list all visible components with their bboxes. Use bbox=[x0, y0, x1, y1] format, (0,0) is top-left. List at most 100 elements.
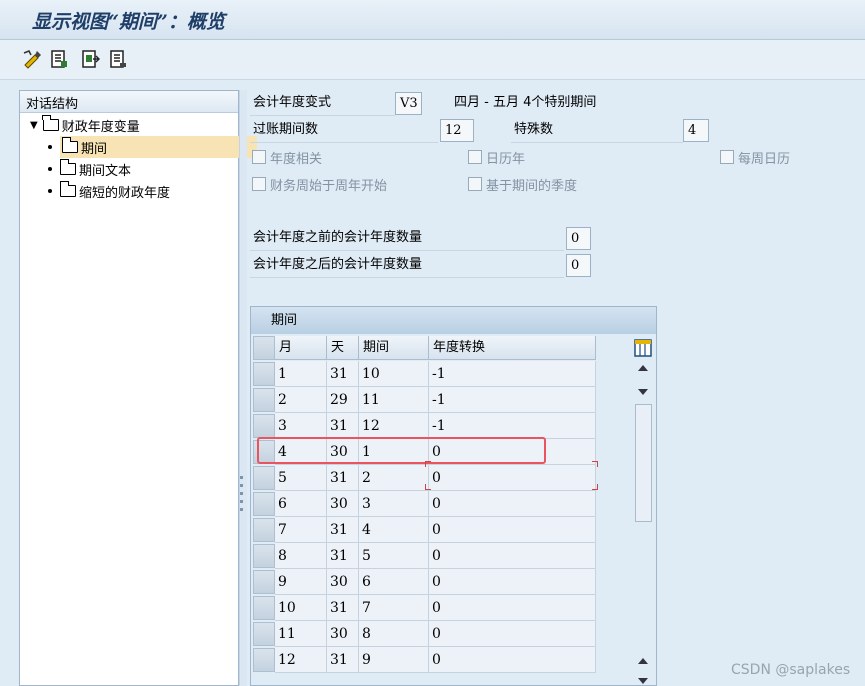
cell-period[interactable]: 12 bbox=[359, 413, 429, 439]
row-selector[interactable] bbox=[253, 570, 275, 594]
checkbox-label: 每周日历 bbox=[738, 151, 791, 167]
document-icon[interactable] bbox=[49, 49, 69, 69]
focus-corner bbox=[592, 461, 598, 467]
scroll-thumb[interactable] bbox=[635, 404, 652, 522]
cell-days[interactable]: 30 bbox=[327, 491, 359, 517]
table-settings-icon[interactable] bbox=[634, 339, 652, 357]
years-after-field[interactable]: 0 bbox=[566, 254, 591, 277]
cell-year-shift[interactable]: -1 bbox=[429, 387, 596, 413]
cell-days[interactable]: 30 bbox=[327, 621, 359, 647]
row-selector[interactable] bbox=[253, 362, 275, 386]
cell-period[interactable]: 6 bbox=[359, 569, 429, 595]
row-selector[interactable] bbox=[253, 388, 275, 412]
cell-days[interactable]: 31 bbox=[327, 413, 359, 439]
cell-month[interactable]: 10 bbox=[275, 595, 327, 621]
fin-week-start-checkbox[interactable]: 财务周始于周年开始 bbox=[252, 172, 387, 196]
cell-days[interactable]: 31 bbox=[327, 517, 359, 543]
cell-days[interactable]: 29 bbox=[327, 387, 359, 413]
cell-period[interactable]: 11 bbox=[359, 387, 429, 413]
cell-year-shift[interactable]: -1 bbox=[429, 413, 596, 439]
cell-days[interactable]: 31 bbox=[327, 647, 359, 673]
bullet-icon bbox=[48, 145, 52, 149]
column-header-period[interactable]: 期间 bbox=[359, 336, 429, 360]
tree-root[interactable]: ▼ 财政年度变量 bbox=[30, 114, 140, 136]
scroll-bottom-up-arrow-icon[interactable] bbox=[638, 658, 648, 664]
cell-period[interactable]: 7 bbox=[359, 595, 429, 621]
cell-period[interactable]: 4 bbox=[359, 517, 429, 543]
cell-month[interactable]: 6 bbox=[275, 491, 327, 517]
column-header-days[interactable]: 天 bbox=[327, 336, 359, 360]
cell-month[interactable]: 5 bbox=[275, 465, 327, 491]
posting-periods-field[interactable]: 12 bbox=[440, 119, 474, 142]
cell-month[interactable]: 9 bbox=[275, 569, 327, 595]
calendar-year-checkbox[interactable]: 日历年 bbox=[468, 145, 525, 169]
posting-periods-label: 过账期间数 bbox=[250, 117, 438, 143]
cell-days[interactable]: 31 bbox=[327, 543, 359, 569]
cell-year-shift[interactable]: 0 bbox=[429, 465, 596, 491]
cell-month[interactable]: 1 bbox=[275, 361, 327, 387]
cell-month[interactable]: 8 bbox=[275, 543, 327, 569]
edit-display-icon[interactable] bbox=[23, 49, 43, 69]
cell-year-shift[interactable]: 0 bbox=[429, 491, 596, 517]
cell-period[interactable]: 10 bbox=[359, 361, 429, 387]
cell-month[interactable]: 12 bbox=[275, 647, 327, 673]
document-list-icon[interactable] bbox=[108, 49, 128, 69]
panel-splitter[interactable] bbox=[239, 90, 247, 686]
expand-caret-icon[interactable]: ▼ bbox=[30, 120, 38, 131]
row-selector[interactable] bbox=[253, 648, 275, 672]
row-selector[interactable] bbox=[253, 492, 275, 516]
tree-root-label: 财政年度变量 bbox=[61, 119, 140, 135]
row-selector[interactable] bbox=[253, 596, 275, 620]
special-periods-label: 特殊数 bbox=[511, 117, 683, 143]
cell-days[interactable]: 31 bbox=[327, 361, 359, 387]
cell-year-shift[interactable]: -1 bbox=[429, 361, 596, 387]
special-periods-field[interactable]: 4 bbox=[683, 119, 709, 142]
row-selector[interactable] bbox=[253, 544, 275, 568]
splitter-grip bbox=[240, 508, 243, 511]
column-header-month[interactable]: 月 bbox=[275, 336, 327, 360]
checkbox-box bbox=[252, 177, 266, 191]
row-selector[interactable] bbox=[253, 518, 275, 542]
scroll-down-arrow-icon[interactable] bbox=[638, 389, 648, 395]
tree-item-period-text[interactable]: 期间文本 bbox=[48, 158, 131, 180]
years-before-field[interactable]: 0 bbox=[566, 227, 591, 250]
row-selector[interactable] bbox=[253, 414, 275, 438]
cell-year-shift[interactable]: 0 bbox=[429, 543, 596, 569]
table-scrollbar[interactable] bbox=[632, 358, 654, 686]
cell-days[interactable]: 31 bbox=[327, 465, 359, 491]
cell-year-shift[interactable]: 0 bbox=[429, 517, 596, 543]
select-all-rows[interactable] bbox=[253, 336, 275, 360]
cell-period[interactable]: 3 bbox=[359, 491, 429, 517]
tree-item-label: 期间 bbox=[81, 141, 108, 157]
row-selector[interactable] bbox=[253, 622, 275, 646]
period-quarter-checkbox[interactable]: 基于期间的季度 bbox=[468, 172, 577, 196]
weekly-calendar-checkbox[interactable]: 每周日历 bbox=[720, 145, 790, 169]
cell-period[interactable]: 9 bbox=[359, 647, 429, 673]
cell-period[interactable]: 5 bbox=[359, 543, 429, 569]
cell-month[interactable]: 7 bbox=[275, 517, 327, 543]
export-icon[interactable] bbox=[80, 49, 100, 69]
year-dependent-checkbox[interactable]: 年度相关 bbox=[252, 145, 322, 169]
cell-month[interactable]: 11 bbox=[275, 621, 327, 647]
cell-period[interactable]: 2 bbox=[359, 465, 429, 491]
scroll-bottom-down-arrow-icon[interactable] bbox=[638, 678, 648, 684]
variant-field[interactable]: V3 bbox=[395, 92, 422, 115]
scroll-up-arrow-icon[interactable] bbox=[638, 365, 648, 371]
cell-year-shift[interactable]: 0 bbox=[429, 647, 596, 673]
cell-month[interactable]: 2 bbox=[275, 387, 327, 413]
cell-days[interactable]: 31 bbox=[327, 595, 359, 621]
cell-period[interactable]: 8 bbox=[359, 621, 429, 647]
tree-item-period[interactable]: 期间 bbox=[48, 136, 258, 158]
column-header-year-shift[interactable]: 年度转换 bbox=[429, 336, 596, 360]
checkbox-label: 年度相关 bbox=[270, 151, 323, 167]
row-selector[interactable] bbox=[253, 466, 275, 490]
cell-days[interactable]: 30 bbox=[327, 569, 359, 595]
tree-item-shortened-fy[interactable]: 缩短的财政年度 bbox=[48, 180, 170, 202]
focus-corner bbox=[425, 461, 431, 467]
cell-year-shift[interactable]: 0 bbox=[429, 569, 596, 595]
cell-year-shift[interactable]: 0 bbox=[429, 621, 596, 647]
tree-item-label: 期间文本 bbox=[79, 163, 132, 179]
cell-month[interactable]: 3 bbox=[275, 413, 327, 439]
cell-year-shift[interactable]: 0 bbox=[429, 595, 596, 621]
checkbox-box bbox=[468, 177, 482, 191]
